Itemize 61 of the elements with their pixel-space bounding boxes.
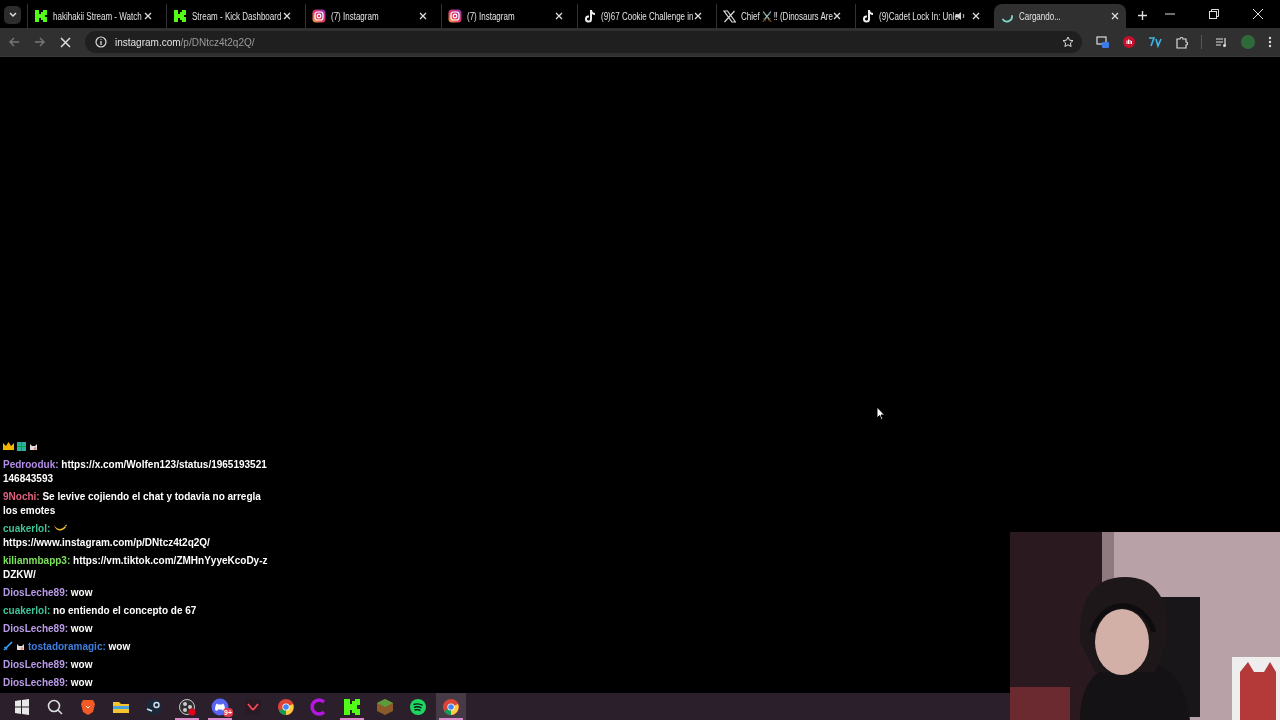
media-playlist-icon[interactable] [1215, 36, 1228, 48]
close-icon[interactable] [692, 11, 703, 21]
chat-message: DiosLeche89: wow [3, 623, 93, 634]
music-note-icon [861, 9, 874, 23]
mouse-cursor-icon [876, 406, 886, 421]
obs-logo-icon [178, 697, 196, 716]
chat-message-text: https://www.instagram.com/p/DNtcz4t2q2Q/ [3, 536, 210, 550]
chat-message: DiosLeche89: wow [3, 587, 93, 598]
chat-message: tostadoramagic: wow [28, 641, 131, 652]
chat-message: DiosLeche89: wow [3, 659, 93, 670]
close-icon[interactable] [1253, 9, 1263, 19]
back-arrow-icon[interactable] [8, 36, 20, 48]
chat-message: 9Nochi: Se levive cojiendo el chat y todavia no arregla los emotes [3, 491, 261, 516]
chevron-down-icon [8, 12, 17, 18]
puzzle-icon[interactable] [1175, 35, 1188, 49]
kick-logo-icon [34, 9, 49, 23]
stop-icon[interactable] [60, 36, 71, 48]
close-icon[interactable] [418, 11, 429, 21]
cat-badge-icon [16, 642, 25, 651]
chat-message: Pedrooduk: https://x.com/Wolfen123/status/1965193521146843593 [3, 459, 267, 484]
close-icon[interactable] [831, 11, 842, 21]
window-extension-icon[interactable] [1096, 35, 1110, 49]
kick-logo-icon [343, 697, 361, 716]
restore-icon[interactable] [1209, 9, 1219, 19]
taskbar-button[interactable] [436, 693, 466, 720]
address-bar[interactable]: instagram.com/p/DNtcz4t2q2Q/ [85, 31, 1082, 53]
chat-username: cuakerlol: [3, 523, 51, 534]
windows-logo-icon [13, 697, 31, 716]
chat-message: cuakerlol: no entiendo el concepto de 67 [3, 605, 197, 616]
x-logo-icon [722, 9, 736, 23]
camera-logo-icon [312, 9, 327, 23]
search-icon [46, 697, 64, 716]
spotify-logo-icon [409, 697, 427, 716]
tab-search-button[interactable] [4, 6, 22, 24]
music-note-icon [583, 9, 596, 23]
close-icon[interactable] [282, 11, 293, 21]
v-logo-icon [244, 697, 262, 716]
sword-badge-icon [3, 641, 13, 651]
camera-logo-icon [448, 9, 463, 23]
kick-logo-icon [173, 9, 188, 23]
close-icon[interactable] [553, 11, 564, 21]
chrome-logo-icon [277, 697, 295, 716]
forward-arrow-icon[interactable] [34, 36, 46, 48]
chat-message: DiosLeche89: wow [3, 677, 93, 688]
info-icon[interactable] [95, 36, 107, 48]
browser-tab[interactable]: Cargando... [993, 4, 1126, 28]
steam-logo-icon [145, 697, 163, 716]
grid-badge-icon [17, 442, 26, 451]
close-icon[interactable] [1110, 11, 1120, 21]
chrome-logo-icon [442, 697, 460, 716]
new-tab-icon[interactable] [1137, 10, 1148, 21]
close-icon[interactable] [970, 11, 981, 21]
close-icon[interactable] [143, 11, 154, 21]
star-icon[interactable] [1062, 36, 1074, 48]
menu-icon[interactable] [1268, 36, 1272, 48]
crown-badge-icon [3, 442, 14, 451]
c-logo-icon [310, 697, 328, 716]
grass-block-icon [376, 697, 394, 716]
cat-badge-icon [29, 442, 38, 451]
chat-message: kilianmbapp3: https://vm.tiktok.com/ZMHnYyyeKcoDy-zDZKW/ [3, 555, 268, 580]
lion-logo-icon [79, 697, 97, 716]
